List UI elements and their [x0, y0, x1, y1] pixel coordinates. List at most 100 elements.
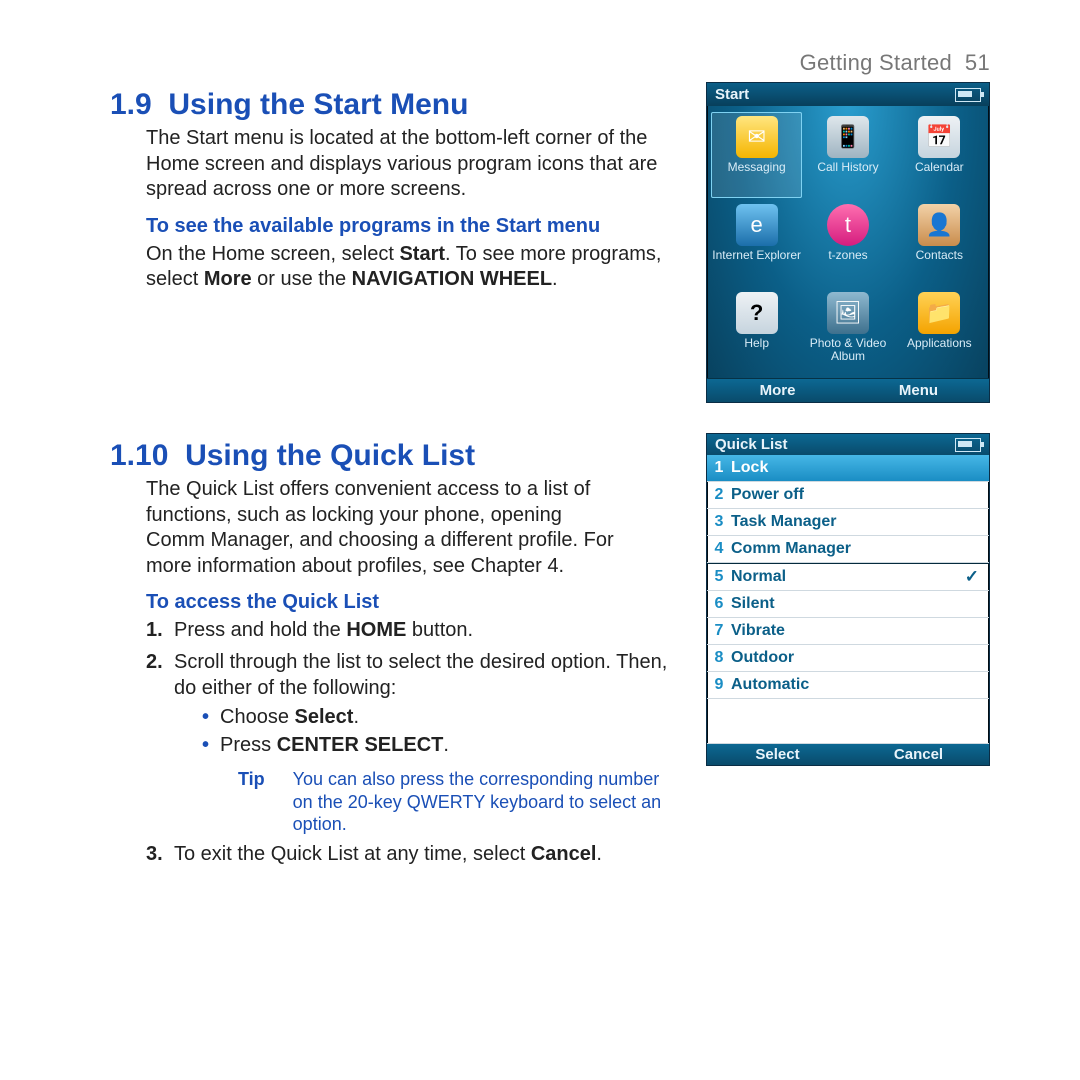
quicklist-item-label: Task Manager	[731, 513, 837, 531]
softkey-more[interactable]: More	[707, 382, 848, 399]
quicklist-item-outdoor[interactable]: 8Outdoor	[707, 645, 989, 672]
calendar-icon: 📅	[918, 116, 960, 158]
text: button.	[406, 619, 473, 641]
softkey-cancel[interactable]: Cancel	[848, 746, 989, 763]
text: To exit the Quick List at any time, sele…	[174, 843, 531, 865]
section-title: Using the Start Menu	[168, 88, 468, 121]
quicklist-item-normal[interactable]: 5Normal✓	[707, 564, 989, 591]
step-3: To exit the Quick List at any time, sele…	[146, 842, 680, 868]
start-app-calendar[interactable]: 📅 Calendar	[894, 112, 985, 198]
step-2: Scroll through the list to select the de…	[146, 650, 680, 836]
start-app-call-history[interactable]: 📱 Call History	[802, 112, 893, 198]
quicklist-item-automatic[interactable]: 9Automatic	[707, 672, 989, 699]
text: .	[596, 843, 602, 865]
quick-list-steps: Press and hold the HOME button. Scroll t…	[146, 618, 680, 867]
tzones-icon: t	[827, 204, 869, 246]
start-app-label: Help	[744, 337, 769, 350]
quicklist-item-silent[interactable]: 6Silent	[707, 591, 989, 618]
quicklist-item-label: Vibrate	[731, 622, 785, 640]
quicklist-item-number: 5	[707, 568, 731, 586]
start-app-label: Contacts	[916, 249, 963, 262]
start-app-contacts[interactable]: 👤 Contacts	[894, 200, 985, 286]
start-app-label: Messaging	[728, 161, 786, 174]
check-icon: ✓	[965, 567, 979, 587]
subhead-quick-list: To access the Quick List	[146, 591, 680, 614]
start-app-messaging[interactable]: ✉ Messaging	[711, 112, 802, 198]
start-app-help[interactable]: ? Help	[711, 288, 802, 374]
text: .	[353, 706, 359, 728]
running-header-section: Getting Started	[800, 50, 952, 75]
envelope-icon: ✉	[736, 116, 778, 158]
start-title: Start	[715, 86, 749, 103]
start-app-t-zones[interactable]: t t-zones	[802, 200, 893, 286]
start-app-label: t-zones	[828, 249, 867, 262]
bold-text: Cancel	[531, 843, 597, 865]
softkey-menu[interactable]: Menu	[848, 382, 989, 399]
section-1-9-intro: The Start menu is located at the bottom-…	[146, 126, 666, 203]
quicklist-item-number: 7	[707, 622, 731, 640]
bullet-select: Choose Select.	[202, 705, 680, 731]
quicklist-item-label: Lock	[731, 459, 768, 477]
text: .	[552, 268, 558, 290]
quicklist-item-number: 3	[707, 513, 731, 531]
bold-text: More	[204, 268, 252, 290]
quicklist-item-label: Power off	[731, 486, 804, 504]
quicklist-item-lock[interactable]: 1Lock	[707, 455, 989, 482]
quicklist-item-label: Automatic	[731, 676, 809, 694]
start-app-photo-video-album[interactable]: 🖼Photo & Video Album	[802, 288, 893, 374]
tip-text: You can also press the corresponding num…	[293, 768, 680, 836]
screenshot-quick-list: Quick List 1Lock2Power off3Task Manager4…	[706, 433, 990, 766]
bullet-center-select: Press CENTER SELECT.	[202, 733, 680, 759]
quicklist-item-number: 9	[707, 676, 731, 694]
bold-text: Select	[295, 706, 354, 728]
quicklist-title: Quick List	[715, 436, 788, 453]
softkey-select[interactable]: Select	[707, 746, 848, 763]
text: On the Home screen, select	[146, 243, 399, 265]
start-app-label: Photo & Video Album	[802, 337, 893, 362]
quicklist-item-power-off[interactable]: 2Power off	[707, 482, 989, 509]
bold-text: HOME	[346, 619, 406, 641]
quicklist-item-label: Comm Manager	[731, 540, 851, 558]
quicklist-item-label: Outdoor	[731, 649, 794, 667]
quicklist-item-task-manager[interactable]: 3Task Manager	[707, 509, 989, 536]
start-app-label: Internet Explorer	[712, 249, 801, 262]
bold-text: CENTER SELECT	[277, 734, 444, 756]
ie-icon: e	[736, 204, 778, 246]
tip-label: Tip	[238, 768, 265, 836]
applications-icon: 📁	[918, 292, 960, 334]
text: Press and hold the	[174, 619, 346, 641]
start-app-label: Call History	[817, 161, 878, 174]
section-1-10-heading: 1.10 Using the Quick List	[110, 439, 680, 473]
quicklist-item-vibrate[interactable]: 7Vibrate	[707, 618, 989, 645]
quicklist-item-number: 4	[707, 540, 731, 558]
start-app-internet-explorer[interactable]: e Internet Explorer	[711, 200, 802, 286]
quicklist-item-number: 2	[707, 486, 731, 504]
section-title: Using the Quick List	[185, 439, 475, 472]
subhead-start-menu: To see the available programs in the Sta…	[146, 215, 680, 238]
text: Press	[220, 734, 277, 756]
screenshot-start-menu: Start ✉ Messaging 📱 Call History 📅 Calendar eI…	[706, 82, 990, 403]
section-number: 1.9	[110, 88, 152, 121]
help-icon: ?	[736, 292, 778, 334]
contacts-icon: 👤	[918, 204, 960, 246]
battery-icon	[955, 438, 981, 452]
battery-icon	[955, 88, 981, 102]
bold-text: NAVIGATION WHEEL	[352, 268, 552, 290]
text: Choose	[220, 706, 295, 728]
start-app-label: Calendar	[915, 161, 964, 174]
quicklist-item-number: 6	[707, 595, 731, 613]
section-1-9-heading: 1.9 Using the Start Menu	[110, 88, 680, 122]
tip-row: Tip You can also press the corresponding…	[238, 768, 680, 836]
section-number: 1.10	[110, 439, 168, 472]
start-app-applications[interactable]: 📁 Applications	[894, 288, 985, 374]
text: or use the	[252, 268, 352, 290]
step-1: Press and hold the HOME button.	[146, 618, 680, 644]
running-header: Getting Started 51	[110, 50, 990, 76]
start-app-label: Applications	[907, 337, 972, 350]
phone-icon: 📱	[827, 116, 869, 158]
quicklist-item-comm-manager[interactable]: 4Comm Manager	[707, 536, 989, 563]
quicklist-empty-space	[707, 699, 989, 744]
bold-text: Start	[399, 243, 445, 265]
quicklist-item-label: Silent	[731, 595, 775, 613]
text: Scroll through the list to select the de…	[174, 651, 667, 699]
